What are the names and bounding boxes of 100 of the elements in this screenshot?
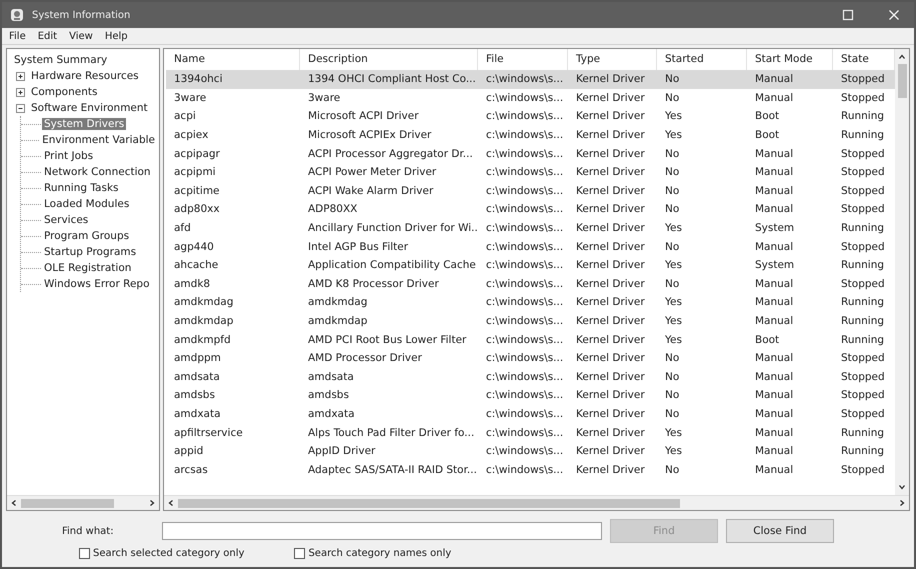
table-cell-text: Manual bbox=[754, 203, 794, 216]
checkbox-label[interactable]: Search category names only bbox=[308, 548, 452, 559]
table-row[interactable]: amdppm AMD Processor Driver c:\windows\s... Kernel Driver No Manual Stopped bbox=[166, 348, 895, 368]
maximize-icon[interactable] bbox=[842, 9, 854, 21]
find-button: Find bbox=[610, 519, 718, 543]
table-row[interactable]: acpitime ACPI Wake Alarm Driver c:\windows\s... Kernel Driver No Manual Stopped bbox=[166, 182, 895, 200]
table-row[interactable]: 1394ohci 1394 OHCI Compliant Host Co... c:\windows\s... Kernel Driver No Manual Stopped bbox=[166, 70, 895, 89]
tree-item[interactable]: Loaded Modules bbox=[42, 198, 132, 210]
scrollbar-thumb[interactable] bbox=[21, 498, 114, 508]
scroll-left-icon[interactable] bbox=[167, 499, 175, 507]
table-row[interactable]: arcsas Adaptec SAS/SATA-II RAID Stor... c:\windows\s... Kernel Driver No Manual Stopped bbox=[166, 460, 895, 480]
scroll-left-icon[interactable] bbox=[10, 499, 18, 507]
menu-item[interactable]: Help bbox=[104, 30, 129, 42]
table-cell-text: ACPI Processor Aggregator Dr... bbox=[307, 148, 474, 160]
scroll-up-icon[interactable] bbox=[898, 53, 906, 61]
menu-item[interactable]: Edit bbox=[36, 30, 58, 42]
scroll-right-icon[interactable] bbox=[148, 499, 156, 507]
table-cell-text: amdsbs bbox=[307, 389, 350, 402]
table-row[interactable]: amdk8 AMD K8 Processor Driver c:\windows\s... Kernel Driver No Manual Stopped bbox=[166, 274, 895, 294]
table-cell-text: acpipmi bbox=[173, 166, 217, 178]
find-field[interactable] bbox=[162, 522, 602, 540]
table-cell-text: Kernel Driver bbox=[575, 370, 646, 383]
menu-item[interactable]: File bbox=[8, 30, 27, 42]
table-cell-text: Manual bbox=[754, 184, 794, 197]
table-row[interactable]: 3ware 3ware c:\windows\s... Kernel Driver No Manual Stopped bbox=[166, 88, 895, 108]
checkbox[interactable] bbox=[79, 548, 90, 559]
table-cell-text: Intel AGP Bus Filter bbox=[307, 240, 410, 253]
close-find-button[interactable]: Close Find bbox=[726, 519, 834, 543]
table-cell-text: c:\windows\s... bbox=[485, 92, 564, 104]
table-row[interactable]: amdkmdap amdkmdap c:\windows\s... Kernel Driver Yes Manual Running bbox=[166, 312, 895, 330]
tree-item[interactable]: Running Tasks bbox=[42, 182, 120, 194]
table-cell-text: No bbox=[664, 73, 680, 86]
table-cell-text: AppID Driver bbox=[307, 445, 376, 458]
scroll-right-icon[interactable] bbox=[898, 499, 906, 507]
table-cell-text: Microsoft ACPI Driver bbox=[307, 110, 420, 122]
table-cell-text: Manual bbox=[754, 445, 794, 458]
table-row[interactable]: amdkmdag amdkmdag c:\windows\s... Kernel Driver Yes Manual Running bbox=[166, 293, 895, 312]
tree-item[interactable]: System Drivers bbox=[42, 118, 126, 130]
table-row[interactable]: acpipagr ACPI Processor Aggregator Dr... c:\windows\s... Kernel Driver No Manual Stopped bbox=[166, 144, 895, 163]
table-cell-text: Running bbox=[840, 259, 886, 272]
tree-item[interactable]: Network Connection bbox=[42, 166, 153, 178]
table-cell-text: Kernel Driver bbox=[575, 240, 646, 253]
table-cell-text: Running bbox=[840, 445, 886, 458]
tree-item[interactable]: Software Environment bbox=[29, 102, 150, 114]
tree-item[interactable]: OLE Registration bbox=[42, 262, 134, 274]
table-cell-text: Running bbox=[840, 296, 886, 308]
table-cell-text: Kernel Driver bbox=[575, 259, 646, 272]
table-cell-text: Manual bbox=[754, 408, 794, 420]
table-cell-text: Yes bbox=[664, 296, 683, 308]
table-row[interactable]: amdsata amdsata c:\windows\s... Kernel Driver No Manual Stopped bbox=[166, 368, 895, 386]
table-cell-text: afd bbox=[173, 222, 192, 234]
table-cell-text: arcsas bbox=[173, 464, 209, 476]
table-cell-text: Manual bbox=[754, 426, 794, 439]
table-row[interactable]: amdkmpfd AMD PCI Root Bus Lower Filter c:\windows\s... Kernel Driver Yes Boot Running bbox=[166, 330, 895, 349]
expand-icon[interactable] bbox=[16, 88, 25, 96]
collapse-icon[interactable] bbox=[16, 104, 25, 112]
table-row[interactable]: adp80xx ADP80XX c:\windows\s... Kernel Driver No Manual Stopped bbox=[166, 200, 895, 219]
tree-item[interactable]: Hardware Resources bbox=[29, 70, 141, 82]
table-cell-text: No bbox=[664, 240, 680, 253]
scrollbar-thumb[interactable] bbox=[178, 498, 680, 508]
scrollbar-thumb[interactable] bbox=[898, 64, 906, 98]
menu-item[interactable]: View bbox=[68, 30, 94, 42]
table-row[interactable]: appid AppID Driver c:\windows\s... Kernel Driver Yes Manual Running bbox=[166, 442, 895, 460]
table-cell-text: Manual bbox=[754, 315, 794, 328]
table-cell-text: Kernel Driver bbox=[575, 426, 646, 439]
table-row[interactable]: acpiex Microsoft ACPIEx Driver c:\windows\s... Kernel Driver Yes Boot Running bbox=[166, 126, 895, 144]
table-cell-text: c:\windows\s... bbox=[485, 278, 564, 290]
table-row[interactable]: afd Ancillary Function Driver for Wi... c:\windows\s... Kernel Driver Yes System Running bbox=[166, 218, 895, 238]
table-row[interactable]: agp440 Intel AGP Bus Filter c:\windows\s... Kernel Driver No Manual Stopped bbox=[166, 237, 895, 256]
tree-item[interactable]: Windows Error Repo bbox=[42, 278, 152, 290]
tree-item[interactable]: Environment Variable bbox=[40, 134, 157, 146]
tree-item[interactable]: System Summary bbox=[12, 54, 110, 66]
expand-icon[interactable] bbox=[16, 72, 25, 80]
table-row[interactable]: ahcache Application Compatibility Cache c:\windows\s... Kernel Driver Yes System Running bbox=[166, 256, 895, 275]
checkbox-label[interactable]: Search selected category only bbox=[93, 548, 244, 559]
tree-item[interactable]: Services bbox=[42, 214, 90, 226]
table-cell-text: Kernel Driver bbox=[575, 129, 646, 142]
tree-item[interactable]: Startup Programs bbox=[42, 246, 138, 258]
table-row[interactable]: acpipmi ACPI Power Meter Driver c:\windows\s... Kernel Driver No Manual Stopped bbox=[166, 162, 895, 182]
tree-item[interactable]: Print Jobs bbox=[42, 150, 96, 162]
table-row[interactable]: apfiltrservice Alps Touch Pad Filter Driver fo... c:\windows\s... Kernel Driver Yes Manual Running bbox=[166, 423, 895, 442]
tree-item[interactable]: Program Groups bbox=[42, 230, 132, 242]
table-cell-text: Manual bbox=[754, 92, 794, 104]
table-row[interactable]: amdsbs amdsbs c:\windows\s... Kernel Driver No Manual Stopped bbox=[166, 386, 895, 405]
horizontal-scrollbar[interactable] bbox=[164, 495, 909, 510]
table-cell-text: 3ware bbox=[173, 92, 208, 104]
table-row[interactable]: amdxata amdxata c:\windows\s... Kernel Driver No Manual Stopped bbox=[166, 404, 895, 424]
table-cell-text: Stopped bbox=[840, 166, 886, 178]
table-cell-text: Running bbox=[840, 110, 886, 122]
table-cell-text: Kernel Driver bbox=[575, 352, 646, 364]
table-row[interactable]: acpi Microsoft ACPI Driver c:\windows\s... Kernel Driver Yes Boot Running bbox=[166, 107, 895, 126]
window-title: System Information bbox=[32, 10, 130, 20]
horizontal-scrollbar[interactable] bbox=[7, 495, 159, 510]
table-cell-text: acpitime bbox=[173, 184, 221, 197]
table-cell-text: apfiltrservice bbox=[173, 426, 244, 439]
checkbox[interactable] bbox=[294, 548, 306, 559]
close-icon[interactable] bbox=[888, 9, 900, 21]
tree-item[interactable]: Components bbox=[29, 86, 100, 98]
scroll-down-icon[interactable] bbox=[898, 483, 906, 491]
vertical-scrollbar[interactable] bbox=[895, 49, 909, 495]
